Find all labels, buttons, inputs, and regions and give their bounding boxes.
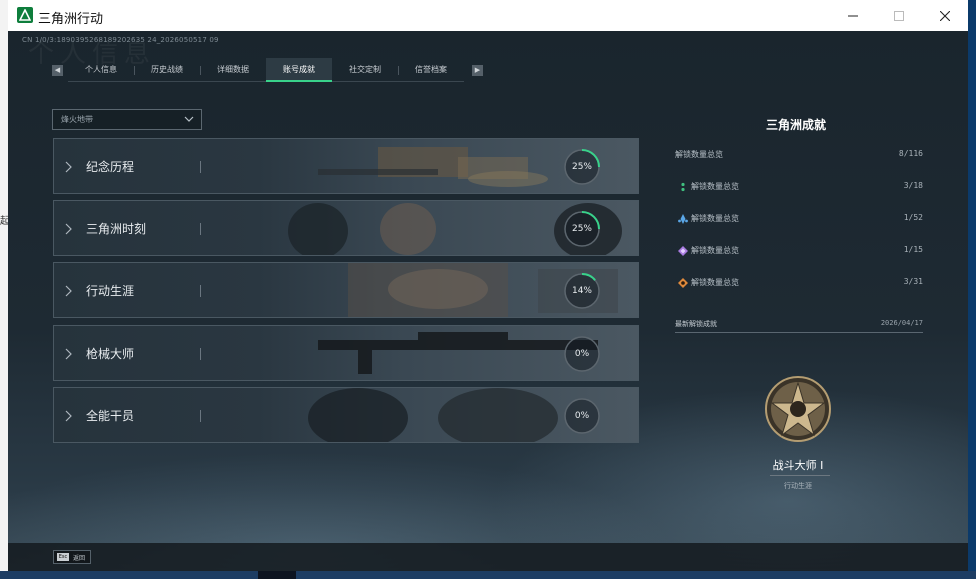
close-button[interactable] xyxy=(922,0,968,31)
chevron-right-icon xyxy=(65,161,72,173)
progress-percent: 0% xyxy=(574,411,590,421)
tab-label: 信誉档案 xyxy=(415,65,447,74)
category-row-all-round-operator[interactable]: 全能干员 0% xyxy=(53,387,639,443)
chevron-down-icon xyxy=(184,116,194,122)
medal-divider xyxy=(770,475,830,476)
achievement-medal-icon[interactable] xyxy=(764,375,832,443)
tab-reputation-file[interactable]: 信誉档案 xyxy=(398,58,464,82)
tab-personal-info[interactable]: 个人信息 xyxy=(68,58,134,82)
back-label: 返回 xyxy=(73,555,86,562)
tier-row-green: 解锁数量总览 3/18 xyxy=(675,181,923,197)
tab-label: 历史战绩 xyxy=(151,65,183,74)
tier-label: 解锁数量总览 xyxy=(691,182,739,191)
row-divider xyxy=(200,410,201,422)
desktop-taskbar xyxy=(0,571,976,579)
category-label: 纪念历程 xyxy=(86,160,135,174)
category-row-weapon-master[interactable]: 枪械大师 0% xyxy=(53,325,639,381)
tier-row-blue: 解锁数量总览 1/52 xyxy=(675,213,923,229)
maximize-button[interactable] xyxy=(876,0,922,31)
desktop-right-strip xyxy=(968,0,976,579)
tab-label: 账号成就 xyxy=(283,65,315,74)
tab-label: 详细数据 xyxy=(217,65,249,74)
total-unlock-row: 解锁数量总览 8/116 xyxy=(675,149,923,165)
bottom-bar: Esc 返回 xyxy=(8,543,968,571)
app-window: 三角洲行动 个人信息 CN 1/0/3:1890395268189202635 … xyxy=(8,0,968,571)
tab-label: 个人信息 xyxy=(85,65,117,74)
tab-label: 社交定制 xyxy=(349,65,381,74)
medal-name: 战斗大师 I xyxy=(772,459,824,472)
summary-title: 三角洲成就 xyxy=(766,118,827,132)
row-divider xyxy=(200,223,201,235)
tier-purple-icon xyxy=(678,246,688,256)
tab-social-custom[interactable]: 社交定制 xyxy=(332,58,398,82)
tier-value: 1/15 xyxy=(903,245,923,254)
maximize-icon xyxy=(894,10,904,21)
row-divider xyxy=(200,161,201,173)
chevron-right-icon xyxy=(65,410,72,422)
row-divider xyxy=(200,285,201,297)
tier-green-icon xyxy=(681,182,685,192)
progress-percent: 25% xyxy=(571,224,592,234)
progress-percent: 0% xyxy=(574,349,590,359)
progress-percent: 25% xyxy=(571,162,592,172)
tier-orange-icon xyxy=(678,278,688,288)
category-row-memorial[interactable]: 纪念历程 25% xyxy=(53,138,639,194)
tier-value: 1/52 xyxy=(903,213,923,222)
category-label: 枪械大师 xyxy=(86,347,135,361)
tier-row-purple: 解锁数量总览 1/15 xyxy=(675,245,923,261)
category-label: 全能干员 xyxy=(86,409,135,423)
tab-next-button[interactable]: ▶ xyxy=(472,65,483,76)
category-label: 三角洲时刻 xyxy=(86,222,147,236)
latest-unlock-label: 最新解锁成就 xyxy=(675,320,717,328)
chevron-right-icon xyxy=(65,285,72,297)
tab-prev-button[interactable]: ◀ xyxy=(52,65,63,76)
tab-account-achievements[interactable]: 账号成就 xyxy=(266,58,332,82)
total-unlock-label: 解锁数量总览 xyxy=(675,150,723,159)
category-row-delta-moments[interactable]: 三角洲时刻 25% xyxy=(53,200,639,256)
close-icon xyxy=(940,10,950,21)
row-divider xyxy=(200,348,201,360)
tab-detailed-data[interactable]: 详细数据 xyxy=(200,58,266,82)
esc-key-icon: Esc xyxy=(57,553,69,561)
user-id-text: CN 1/0/3:1890395268189202635 24_20260505… xyxy=(22,36,219,44)
minimize-icon xyxy=(848,15,858,16)
tier-label: 解锁数量总览 xyxy=(691,214,739,223)
title-bar[interactable]: 三角洲行动 xyxy=(8,0,968,31)
tier-blue-icon xyxy=(678,214,688,224)
tab-match-history[interactable]: 历史战绩 xyxy=(134,58,200,82)
main-content: 个人信息 CN 1/0/3:1890395268189202635 24_202… xyxy=(8,31,968,571)
total-unlock-value: 8/116 xyxy=(898,149,923,158)
category-row-career[interactable]: 行动生涯 14% xyxy=(53,262,639,318)
medal-category: 行动生涯 xyxy=(784,482,812,490)
progress-percent: 14% xyxy=(571,286,592,296)
tier-value: 3/31 xyxy=(903,277,923,286)
tier-label: 解锁数量总览 xyxy=(691,278,739,287)
tier-value: 3/18 xyxy=(903,181,923,190)
filter-value: 烽火地带 xyxy=(61,115,93,124)
minimize-button[interactable] xyxy=(830,0,876,31)
latest-unlock-header: 最新解锁成就 2026/04/17 xyxy=(675,319,923,333)
mode-filter-dropdown[interactable]: 烽火地带 xyxy=(52,109,202,130)
latest-unlock-date: 2026/04/17 xyxy=(880,319,923,327)
chevron-right-icon xyxy=(65,223,72,235)
back-button[interactable]: Esc 返回 xyxy=(53,550,91,564)
chevron-right-icon xyxy=(65,348,72,360)
desktop-left-strip: 起 xyxy=(0,0,10,579)
window-title: 三角洲行动 xyxy=(38,12,104,27)
tier-label: 解锁数量总览 xyxy=(691,246,739,255)
category-label: 行动生涯 xyxy=(86,284,135,298)
tier-row-orange: 解锁数量总览 3/31 xyxy=(675,277,923,293)
app-logo-icon xyxy=(17,7,33,23)
